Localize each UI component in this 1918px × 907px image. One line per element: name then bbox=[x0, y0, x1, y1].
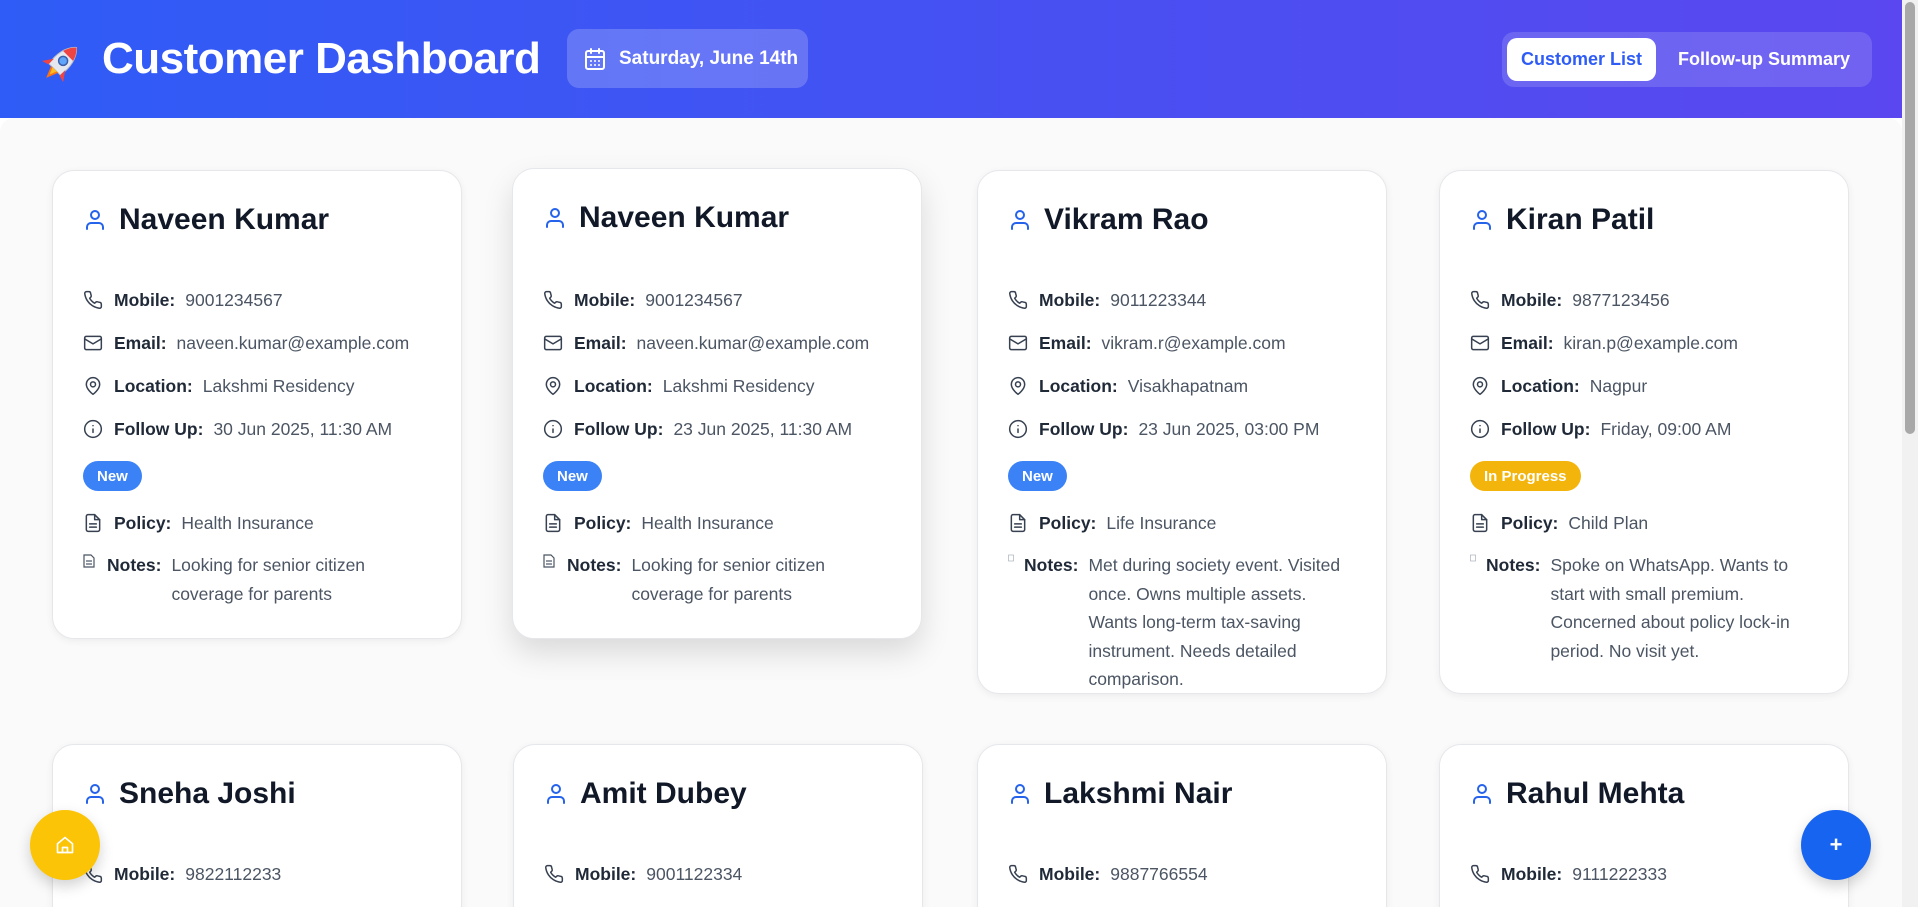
mobile-row: Mobile: 9877123456 bbox=[1470, 286, 1670, 314]
notes-row: Notes: Spoke on WhatsApp. Wants to start … bbox=[1470, 551, 1815, 665]
location-row: Location: Nagpur bbox=[1470, 372, 1647, 400]
status-badge: New bbox=[543, 461, 602, 491]
map-pin-icon bbox=[1010, 376, 1026, 396]
status-badge: New bbox=[1008, 461, 1067, 491]
user-icon bbox=[1473, 784, 1491, 804]
customer-name: Naveen Kumar bbox=[83, 203, 329, 237]
app-header: Customer Dashboard Saturday, June 14th C… bbox=[0, 0, 1902, 118]
info-icon bbox=[543, 419, 563, 439]
phone-icon bbox=[1009, 864, 1028, 883]
email-row: Email: naveen.kumar@example.com bbox=[83, 329, 409, 357]
home-button[interactable] bbox=[30, 810, 100, 880]
note-icon bbox=[83, 554, 95, 568]
follow-up-row: Follow Up: Friday, 09:00 AM bbox=[1470, 415, 1731, 443]
notes-row: Notes: Met during society event. Visited … bbox=[1008, 551, 1353, 694]
customer-name: Amit Dubey bbox=[544, 777, 747, 811]
note-icon bbox=[1470, 554, 1476, 562]
customer-grid: Naveen Kumar Mobile: 9001234567 Email: nav… bbox=[0, 118, 1902, 907]
mobile-row: Mobile: 9822112233 bbox=[83, 860, 281, 888]
add-customer-button[interactable]: + bbox=[1801, 810, 1871, 880]
notes-row: Notes: Looking for senior citizen coverag… bbox=[543, 551, 863, 608]
follow-up-row: Follow Up: 23 Jun 2025, 03:00 PM bbox=[1008, 415, 1319, 443]
document-icon bbox=[545, 513, 561, 533]
view-tabs: Customer List Follow-up Summary bbox=[1502, 32, 1872, 87]
follow-up-row: Follow Up: 30 Jun 2025, 11:30 AM bbox=[83, 415, 392, 443]
customer-name: Rahul Mehta bbox=[1470, 777, 1684, 811]
customer-card[interactable]: Naveen Kumar Mobile: 9001234567 Email: nav… bbox=[52, 170, 462, 639]
plus-icon: + bbox=[1829, 832, 1843, 857]
phone-icon bbox=[1471, 864, 1490, 883]
user-icon bbox=[1011, 784, 1029, 804]
phone-icon bbox=[1009, 290, 1028, 309]
rocket-icon bbox=[36, 38, 86, 88]
mobile-row: Mobile: 9111222333 bbox=[1470, 860, 1667, 888]
phone-icon bbox=[544, 290, 563, 309]
location-row: Location: Lakshmi Residency bbox=[83, 372, 354, 400]
user-icon bbox=[1473, 210, 1491, 230]
customer-card[interactable]: Vikram Rao Mobile: 9011223344 Email: vikra… bbox=[977, 170, 1387, 694]
current-date: Saturday, June 14th bbox=[619, 47, 799, 69]
info-icon bbox=[1470, 419, 1490, 439]
mail-icon bbox=[1470, 335, 1490, 351]
policy-row: Policy: Life Insurance bbox=[1008, 509, 1216, 537]
customer-card[interactable]: Kiran Patil Mobile: 9877123456 Email: kira… bbox=[1439, 170, 1849, 694]
note-icon bbox=[543, 554, 555, 568]
info-icon bbox=[1008, 419, 1028, 439]
policy-row: Policy: Health Insurance bbox=[543, 509, 774, 537]
map-pin-icon bbox=[1472, 376, 1488, 396]
customer-card[interactable]: Naveen Kumar Mobile: 9001234567 Email: nav… bbox=[512, 168, 922, 639]
phone-icon bbox=[545, 864, 564, 883]
customer-name: Lakshmi Nair bbox=[1008, 777, 1232, 811]
phone-icon bbox=[84, 290, 103, 309]
customer-name: Sneha Joshi bbox=[83, 777, 296, 811]
user-icon bbox=[547, 784, 565, 804]
customer-name: Vikram Rao bbox=[1008, 203, 1209, 237]
mail-icon bbox=[83, 335, 103, 351]
policy-row: Policy: Child Plan bbox=[1470, 509, 1648, 537]
date-chip: Saturday, June 14th bbox=[567, 29, 808, 88]
map-pin-icon bbox=[545, 376, 561, 396]
email-row: Email: naveen.kumar@example.com bbox=[543, 329, 869, 357]
notes-row: Notes: Looking for senior citizen coverag… bbox=[83, 551, 403, 608]
customer-card[interactable]: Rahul Mehta Mobile: 9111222333 bbox=[1439, 744, 1849, 907]
user-icon bbox=[1011, 210, 1029, 230]
document-icon bbox=[1472, 513, 1488, 533]
tab-customer-list[interactable]: Customer List bbox=[1507, 38, 1656, 81]
mobile-row: Mobile: 9011223344 bbox=[1008, 286, 1206, 314]
customer-card[interactable]: Lakshmi Nair Mobile: 9887766554 bbox=[977, 744, 1387, 907]
email-row: Email: kiran.p@example.com bbox=[1470, 329, 1738, 357]
mobile-row: Mobile: 9001234567 bbox=[83, 286, 283, 314]
user-icon bbox=[86, 210, 104, 230]
scrollbar-thumb[interactable] bbox=[1905, 2, 1915, 434]
mobile-row: Mobile: 9001234567 bbox=[543, 286, 743, 314]
user-icon bbox=[546, 208, 564, 228]
email-row: Email: vikram.r@example.com bbox=[1008, 329, 1286, 357]
mail-icon bbox=[1008, 335, 1028, 351]
mail-icon bbox=[543, 335, 563, 351]
follow-up-row: Follow Up: 23 Jun 2025, 11:30 AM bbox=[543, 415, 852, 443]
page-title: Customer Dashboard bbox=[102, 34, 541, 83]
home-icon bbox=[56, 836, 74, 854]
status-badge: New bbox=[83, 461, 142, 491]
customer-card[interactable]: Sneha Joshi Mobile: 9822112233 bbox=[52, 744, 462, 907]
document-icon bbox=[1010, 513, 1026, 533]
mobile-row: Mobile: 9887766554 bbox=[1008, 860, 1208, 888]
customer-name: Naveen Kumar bbox=[543, 201, 789, 235]
policy-row: Policy: Health Insurance bbox=[83, 509, 314, 537]
customer-card[interactable]: Amit Dubey Mobile: 9001122334 bbox=[513, 744, 923, 907]
info-icon bbox=[83, 419, 103, 439]
calendar-icon bbox=[585, 47, 605, 70]
customer-name: Kiran Patil bbox=[1470, 203, 1654, 237]
mobile-row: Mobile: 9001122334 bbox=[544, 860, 742, 888]
phone-icon bbox=[1471, 290, 1490, 309]
tab-follow-up-summary[interactable]: Follow-up Summary bbox=[1660, 38, 1868, 81]
document-icon bbox=[85, 513, 101, 533]
note-icon bbox=[1008, 554, 1014, 562]
page-scrollbar[interactable] bbox=[1902, 0, 1918, 907]
user-icon bbox=[86, 784, 104, 804]
map-pin-icon bbox=[85, 376, 101, 396]
status-badge: In Progress bbox=[1470, 461, 1581, 491]
location-row: Location: Visakhapatnam bbox=[1008, 372, 1248, 400]
location-row: Location: Lakshmi Residency bbox=[543, 372, 814, 400]
